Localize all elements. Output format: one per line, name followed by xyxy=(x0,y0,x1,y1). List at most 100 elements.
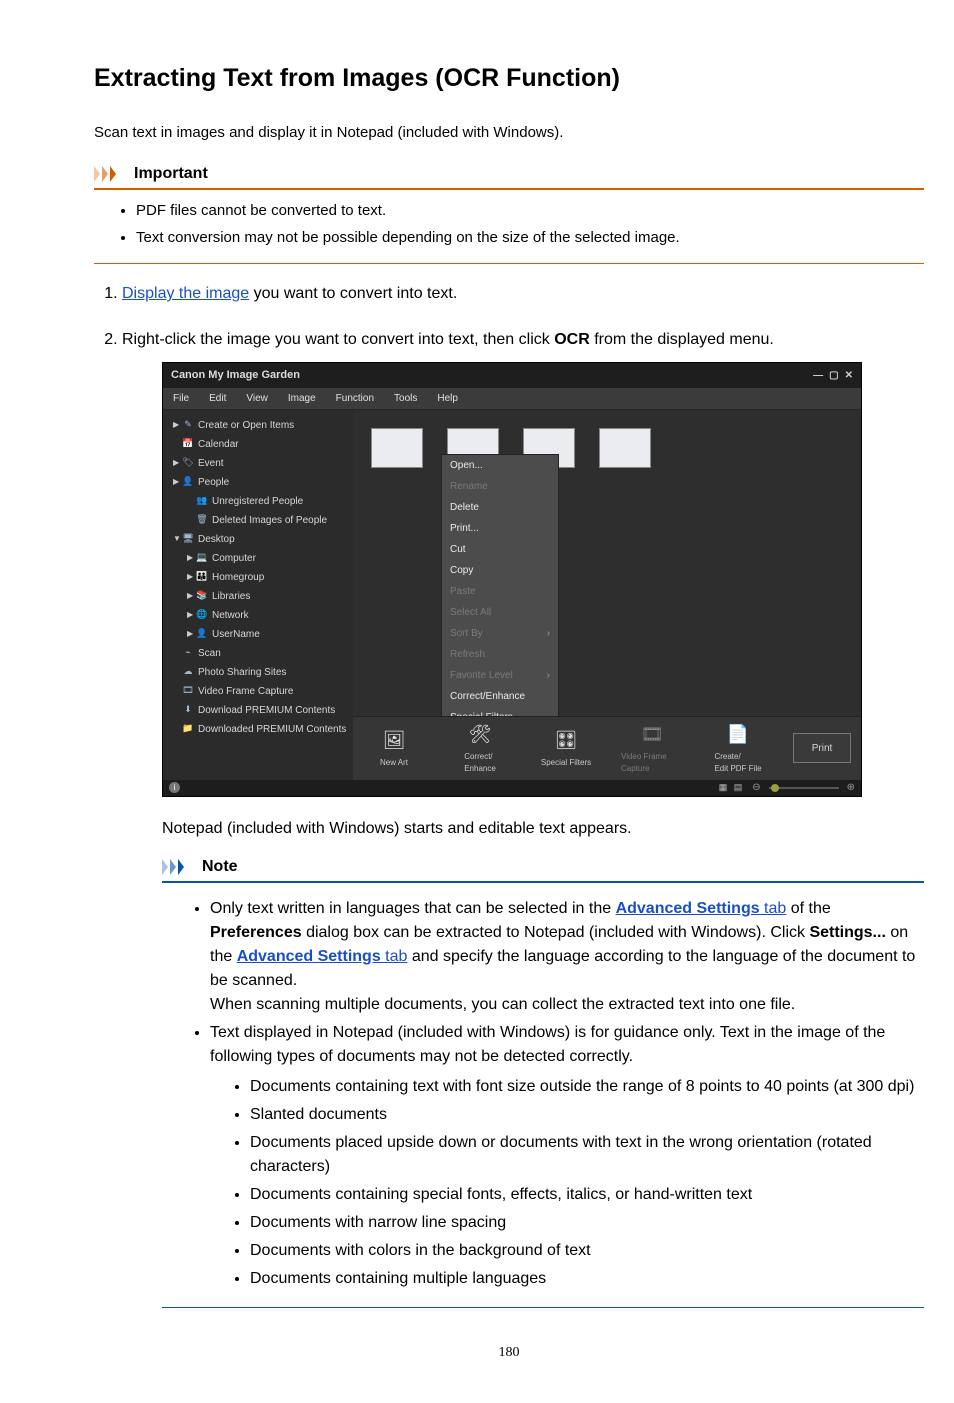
advanced-settings-link[interactable]: Advanced Settings tab xyxy=(237,948,408,965)
note-item: Only text written in languages that can … xyxy=(210,897,924,1017)
note-link-tail: tab xyxy=(381,948,408,965)
note-header: Note xyxy=(162,855,924,883)
sidebar-item[interactable]: ▶👤People xyxy=(169,473,353,492)
sidebar-item[interactable]: ▼🖥Desktop xyxy=(169,530,353,549)
toolbar-tool[interactable]: 🎞Video Frame Capture xyxy=(621,721,683,775)
note-body: Only text written in languages that can … xyxy=(162,883,924,1308)
note-sub-item: Documents with colors in the background … xyxy=(250,1239,924,1263)
sidebar-item[interactable]: 📅Calendar xyxy=(169,435,353,454)
note-span: Only text written in languages that can … xyxy=(210,900,616,917)
important-item: Text conversion may not be possible depe… xyxy=(136,227,924,250)
menubar-item[interactable]: Function xyxy=(326,388,384,409)
important-header: Important xyxy=(94,162,924,190)
toolbar: 🖼New Art 🛠Correct/ Enhance 🎛Special Filter… xyxy=(353,716,861,780)
sidebar-item[interactable]: ⬇Download PREMIUM Contents xyxy=(169,701,353,720)
note-link-tail: tab xyxy=(760,900,787,917)
settings-bold: Settings... xyxy=(809,924,885,941)
preferences-bold: Preferences xyxy=(210,924,302,941)
info-icon[interactable]: i xyxy=(169,782,180,793)
app-screenshot: Canon My Image Garden —▢✕ FileEditViewIm… xyxy=(162,362,862,797)
sidebar-item[interactable]: ▶🏷Event xyxy=(169,454,353,473)
context-menu-item[interactable]: Copy xyxy=(442,560,558,581)
note-label: Note xyxy=(202,855,238,879)
post-screenshot-text: Notepad (included with Windows) starts a… xyxy=(162,817,924,841)
context-menu-item: Favorite Level xyxy=(442,665,558,686)
note-span: dialog box can be extracted to Notepad (… xyxy=(302,924,810,941)
menubar-item[interactable]: Edit xyxy=(199,388,236,409)
menubar-item[interactable]: View xyxy=(236,388,278,409)
context-menu-item: Refresh xyxy=(442,644,558,665)
toolbar-tool[interactable]: 📄Create/Edit PDF File xyxy=(707,721,769,775)
status-bar: i ▦ ▤ ⊖ ⊕ xyxy=(163,780,861,796)
context-menu-item: Paste xyxy=(442,581,558,602)
context-menu-item: Select All xyxy=(442,602,558,623)
step-2: Right-click the image you want to conver… xyxy=(122,328,924,1308)
menubar-item[interactable]: File xyxy=(163,388,199,409)
context-menu-item[interactable]: Print... xyxy=(442,518,558,539)
note-span: When scanning multiple documents, you ca… xyxy=(210,996,795,1013)
view-icons[interactable]: ▦ ▤ xyxy=(719,781,745,795)
menubar-item[interactable]: Tools xyxy=(384,388,427,409)
note-link-bold: Advanced Settings xyxy=(237,948,381,965)
chevron-icon xyxy=(94,166,130,182)
note-span: of the xyxy=(786,900,830,917)
toolbar-tool[interactable]: 🎛Special Filters xyxy=(535,727,597,769)
context-menu-item[interactable]: Delete xyxy=(442,497,558,518)
toolbar-tool[interactable]: 🖼New Art xyxy=(363,727,425,769)
app-title-text: Canon My Image Garden xyxy=(171,367,300,384)
note-span: Text displayed in Notepad (included with… xyxy=(210,1024,885,1065)
page-title: Extracting Text from Images (OCR Functio… xyxy=(94,60,924,98)
sidebar-item[interactable]: ▶👤UserName xyxy=(169,625,353,644)
chevron-icon xyxy=(162,859,198,875)
context-menu[interactable]: Open...RenameDeletePrint...CutCopyPasteS… xyxy=(441,454,559,750)
step-2-a: Right-click the image you want to conver… xyxy=(122,331,554,348)
context-menu-item[interactable]: Cut xyxy=(442,539,558,560)
step-1-text: you want to convert into text. xyxy=(249,285,457,302)
zoom-out-icon[interactable]: ⊖ xyxy=(752,780,760,795)
step-2-c: from the displayed menu. xyxy=(590,331,774,348)
intro-text: Scan text in images and display it in No… xyxy=(94,122,924,145)
note-sub-item: Documents containing special fonts, effe… xyxy=(250,1183,924,1207)
note-sub-item: Documents containing text with font size… xyxy=(250,1075,924,1099)
step-1: Display the image you want to convert in… xyxy=(122,282,924,306)
sidebar-item[interactable]: ▶💻Computer xyxy=(169,549,353,568)
sidebar-item[interactable]: ▶📚Libraries xyxy=(169,587,353,606)
context-menu-item[interactable]: Correct/Enhance xyxy=(442,686,558,707)
advanced-settings-link[interactable]: Advanced Settings tab xyxy=(616,900,787,917)
app-menubar[interactable]: FileEditViewImageFunctionToolsHelp xyxy=(163,388,861,410)
sidebar-item[interactable]: ▶👪Homegroup xyxy=(169,568,353,587)
context-menu-item[interactable]: Open... xyxy=(442,455,558,476)
display-image-link[interactable]: Display the image xyxy=(122,285,249,302)
menubar-item[interactable]: Image xyxy=(278,388,326,409)
important-item: PDF files cannot be converted to text. xyxy=(136,200,924,223)
print-button[interactable]: Print xyxy=(793,733,851,763)
note-sub-item: Documents containing multiple languages xyxy=(250,1267,924,1291)
content-area: Open...RenameDeletePrint...CutCopyPasteS… xyxy=(353,410,861,780)
sidebar-item[interactable]: 👥Unregistered People xyxy=(169,492,353,511)
sidebar-item[interactable]: 🎞Video Frame Capture xyxy=(169,682,353,701)
toolbar-tool[interactable]: 🛠Correct/ Enhance xyxy=(449,721,511,775)
page-number: 180 xyxy=(94,1342,924,1363)
thumbnail[interactable] xyxy=(599,428,651,468)
step-2-ocr: OCR xyxy=(554,331,590,348)
zoom-slider[interactable] xyxy=(769,787,839,789)
context-menu-item: Rename xyxy=(442,476,558,497)
important-body: PDF files cannot be converted to text. T… xyxy=(94,190,924,264)
sidebar-item[interactable]: ▶✎Create or Open Items xyxy=(169,416,353,435)
important-label: Important xyxy=(134,162,208,186)
window-controls: —▢✕ xyxy=(807,367,853,384)
note-link-bold: Advanced Settings xyxy=(616,900,760,917)
sidebar-item[interactable]: ▶🌐Network xyxy=(169,606,353,625)
note-sub-item: Documents with narrow line spacing xyxy=(250,1211,924,1235)
zoom-in-icon[interactable]: ⊕ xyxy=(847,780,855,795)
thumbnail-row xyxy=(353,410,861,486)
context-menu-item: Sort By xyxy=(442,623,558,644)
sidebar-item[interactable]: 📁Downloaded PREMIUM Contents xyxy=(169,720,353,739)
sidebar-item[interactable]: ☁Photo Sharing Sites xyxy=(169,663,353,682)
thumbnail[interactable] xyxy=(371,428,423,468)
sidebar-item[interactable]: ⌁Scan xyxy=(169,644,353,663)
menubar-item[interactable]: Help xyxy=(427,388,468,409)
sidebar-item[interactable]: 🗑Deleted Images of People xyxy=(169,511,353,530)
note-item: Text displayed in Notepad (included with… xyxy=(210,1021,924,1291)
sidebar[interactable]: ▶✎Create or Open Items📅Calendar▶🏷Event▶👤… xyxy=(163,410,353,780)
